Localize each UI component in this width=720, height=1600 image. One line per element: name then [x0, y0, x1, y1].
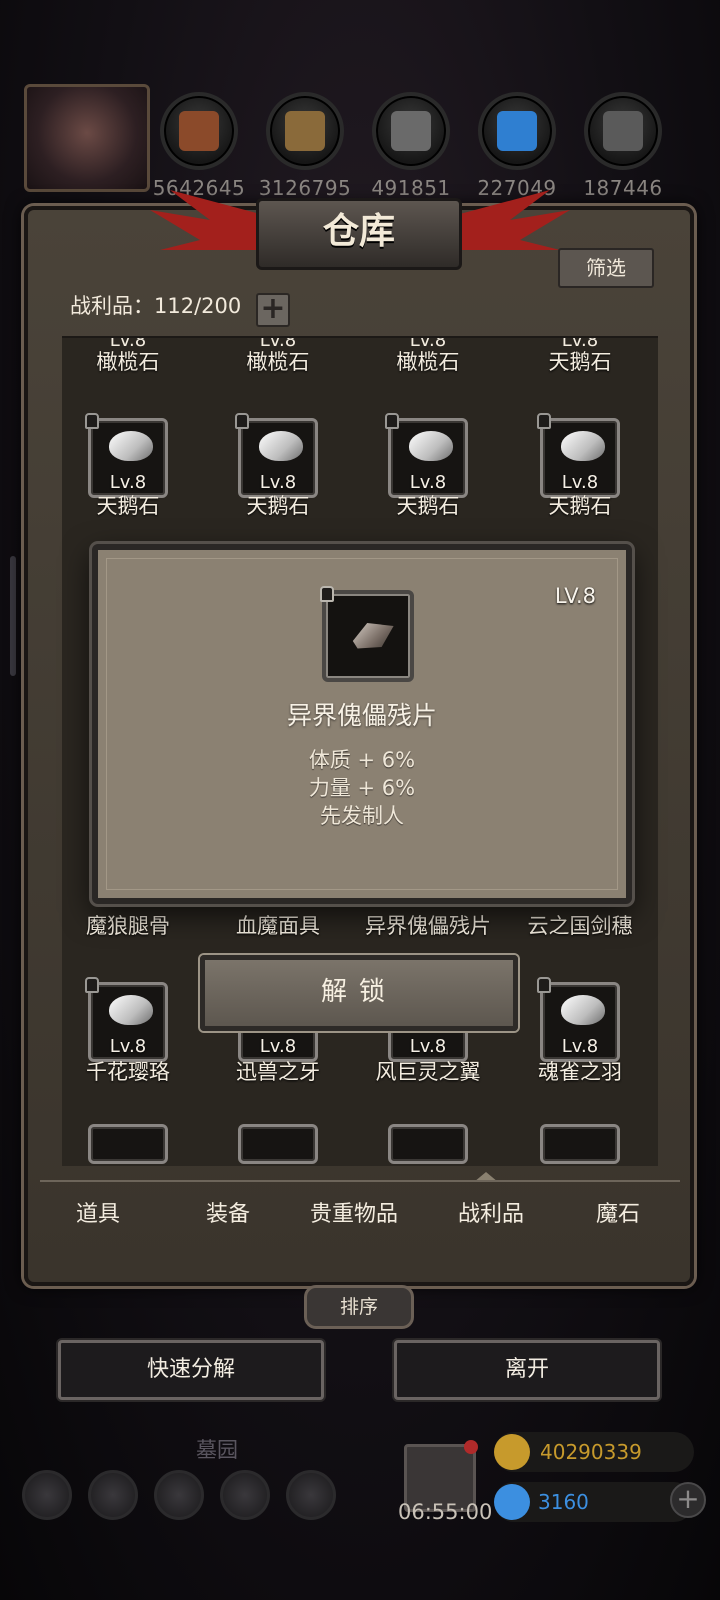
lock-icon	[235, 413, 249, 429]
handshake-icon[interactable]	[286, 1470, 336, 1520]
item-name: 天鹅石	[96, 494, 160, 518]
game-screen: { "resources": [ {"name": "wood-resource…	[0, 0, 720, 1600]
item-name: 风巨灵之翼	[375, 1060, 481, 1084]
player-avatar[interactable]	[24, 84, 150, 192]
item-name: 千花璎珞	[86, 1060, 170, 1084]
tab-valuables[interactable]: 贵重物品	[310, 1196, 398, 1228]
item-name: 天鹅石	[548, 350, 612, 374]
item-name: 天鹅石	[246, 494, 310, 518]
gem-icon	[494, 1484, 530, 1520]
notification-dot	[464, 1440, 478, 1454]
item-name: 魂雀之羽	[538, 1060, 622, 1084]
stone-resource-icon	[372, 92, 450, 170]
item-name: 天鹅石	[548, 494, 612, 518]
item-detail-name: 异界傀儡残片	[286, 701, 437, 730]
sort-button[interactable]: 排序	[304, 1285, 414, 1329]
loot-item-icon: Lv.8	[235, 413, 318, 498]
side-scroll-indicator	[10, 556, 16, 676]
item-stat-line: 体质 + 6%	[308, 748, 416, 772]
lock-icon	[537, 977, 551, 993]
gem-stone-icon	[561, 995, 605, 1025]
item-name: 魔狼腿骨	[86, 914, 170, 938]
item-name: 橄榄石	[96, 350, 160, 374]
location-label: 墓园	[196, 1438, 238, 1462]
map-icon[interactable]	[154, 1470, 204, 1520]
loot-item-icon: Lv.8	[385, 413, 468, 498]
lock-icon	[85, 413, 99, 429]
item-detail-icon	[320, 586, 414, 682]
settings-icon[interactable]	[22, 1470, 72, 1520]
plank-glyph	[285, 111, 325, 151]
gold-amount: 40290339	[540, 1440, 642, 1464]
iron-glyph	[603, 111, 643, 151]
iron-resource-icon	[584, 92, 662, 170]
unlock-button[interactable]: 解锁	[200, 955, 518, 1031]
gem-stone-icon	[109, 431, 153, 461]
lock-icon	[537, 413, 551, 429]
item-stat-line: 先发制人	[320, 804, 404, 828]
tab-items[interactable]: 道具	[76, 1196, 120, 1228]
tab-loot[interactable]: 战利品	[458, 1196, 524, 1228]
item-name: 橄榄石	[396, 350, 460, 374]
loot-item-icon[interactable]	[540, 1124, 620, 1164]
mail-icon[interactable]	[220, 1470, 270, 1520]
gem-stone-icon	[409, 431, 453, 461]
gem-stone-icon	[109, 995, 153, 1025]
loot-item-icon[interactable]	[388, 1124, 468, 1164]
category-tabs: 道具 装备 贵重物品 战利品 魔石	[40, 1180, 680, 1240]
tab-magic-stones[interactable]: 魔石	[596, 1196, 640, 1228]
loot-item-icon: Lv.8	[85, 977, 168, 1062]
gem-stone-icon	[259, 431, 303, 461]
add-gems-button[interactable]: +	[670, 1482, 706, 1518]
item-level: Lv.8	[109, 1036, 147, 1057]
golem-fragment-icon	[352, 623, 394, 649]
lock-icon	[385, 413, 399, 429]
item-name: 橄榄石	[246, 350, 310, 374]
quick-decompose-button[interactable]: 快速分解	[58, 1340, 324, 1400]
item-level: Lv.8	[409, 1036, 447, 1057]
plank-resource-icon	[266, 92, 344, 170]
loot-item-icon: Lv.8	[537, 977, 620, 1062]
item-name: 血魔面具	[236, 914, 320, 938]
panel-title: 仓库	[256, 198, 462, 270]
lock-icon	[85, 977, 99, 993]
loot-item-icon[interactable]	[88, 1124, 168, 1164]
wood-glyph	[179, 111, 219, 151]
resource-amount: 187446	[583, 176, 663, 200]
lock-icon	[320, 586, 334, 602]
stone-glyph	[391, 111, 431, 151]
crystal-resource-icon	[478, 92, 556, 170]
expand-capacity-button[interactable]: +	[256, 293, 290, 327]
loot-count: 战利品：112/200	[70, 294, 242, 318]
item-stat-line: 力量 + 6%	[308, 776, 416, 800]
skills-icon[interactable]	[88, 1470, 138, 1520]
item-name: 异界傀儡残片	[365, 914, 491, 938]
filter-button[interactable]: 筛选	[558, 248, 654, 288]
wood-resource-icon	[160, 92, 238, 170]
tab-equipment[interactable]: 装备	[206, 1196, 250, 1228]
item-detail-level: LV.8	[554, 584, 596, 608]
item-name: 迅兽之牙	[236, 1060, 320, 1084]
item-name: 云之国剑穗	[527, 914, 633, 938]
crystal-glyph	[497, 111, 537, 151]
loot-item-icon: Lv.8	[537, 413, 620, 498]
gem-amount: 3160	[538, 1490, 589, 1514]
loot-item-icon: Lv.8	[85, 413, 168, 498]
item-level: Lv.8	[259, 1036, 297, 1057]
leave-button[interactable]: 离开	[394, 1340, 660, 1400]
loot-item-icon[interactable]	[238, 1124, 318, 1164]
gold-coin-icon	[494, 1434, 530, 1470]
gem-stone-icon	[561, 431, 605, 461]
item-level: Lv.8	[561, 1036, 599, 1057]
item-detail-popup: LV.8 异界傀儡残片 体质 + 6% 力量 + 6% 先发制人	[92, 544, 632, 904]
item-name: 天鹅石	[396, 494, 460, 518]
gift-timer: 06:55:00	[398, 1500, 493, 1524]
